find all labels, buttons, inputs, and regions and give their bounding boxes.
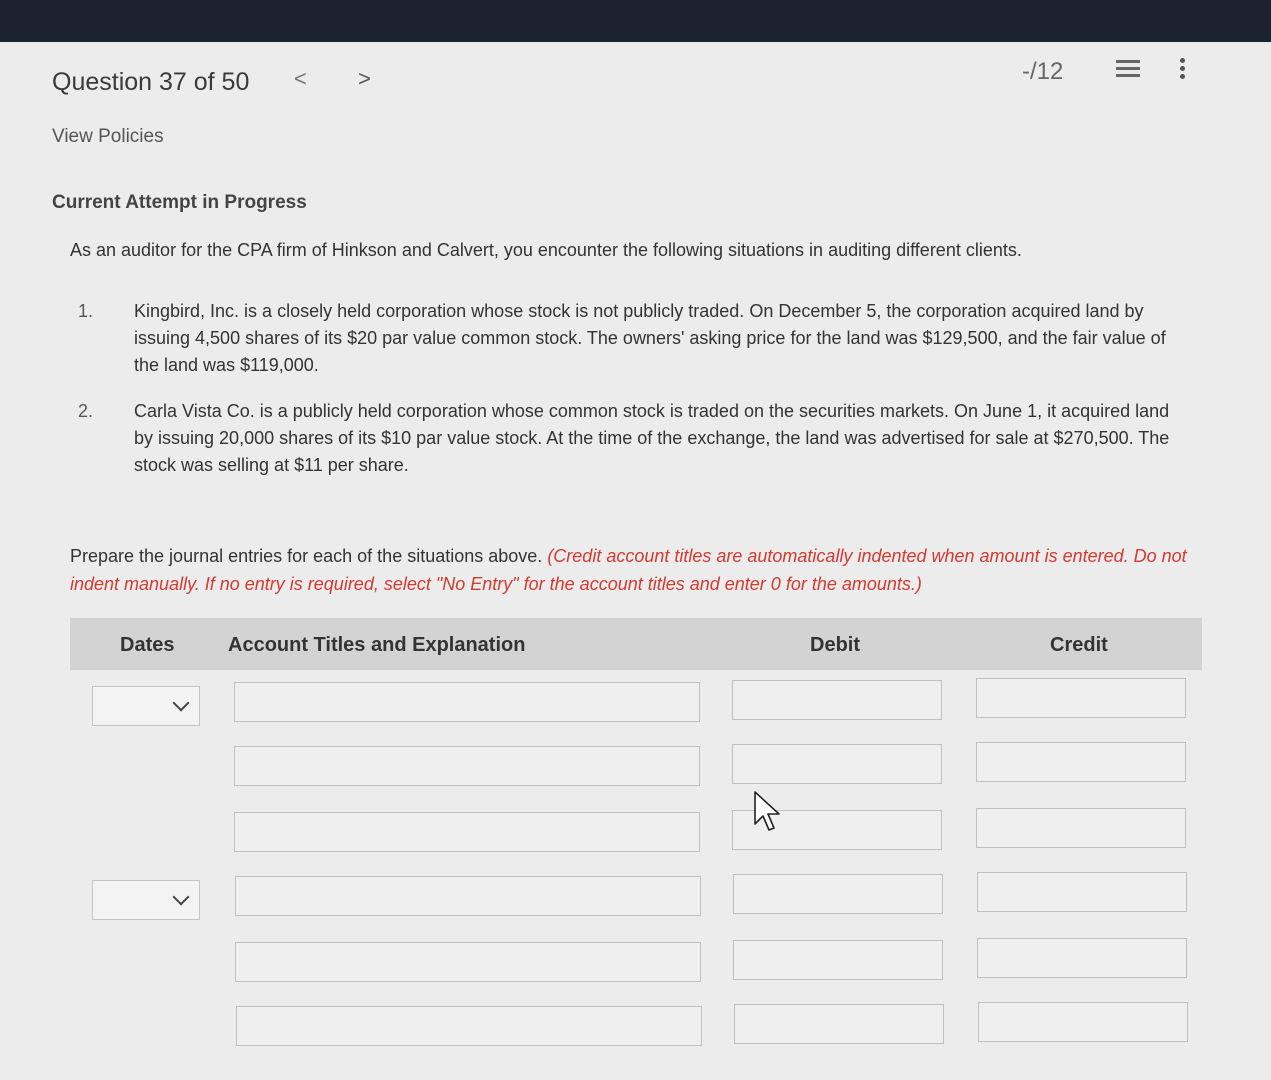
credit-input[interactable] <box>976 678 1186 718</box>
next-question-button[interactable]: > <box>358 66 371 92</box>
chevron-down-icon <box>172 694 190 712</box>
account-title-input[interactable] <box>234 746 700 786</box>
question-title: Question 37 of 50 <box>52 68 250 96</box>
situation-text: Kingbird, Inc. is a closely held corpora… <box>134 301 1166 375</box>
situation-text: Carla Vista Co. is a publicly held corpo… <box>134 401 1170 475</box>
dates-header: Dates <box>120 634 175 656</box>
previous-question-button[interactable]: < <box>294 66 307 92</box>
credit-header: Credit <box>1050 634 1108 656</box>
journal-table-header: Dates Account Titles and Explanation Deb… <box>70 618 1202 670</box>
situation-item: 2. Carla Vista Co. is a publicly held co… <box>78 398 1178 479</box>
account-header: Account Titles and Explanation <box>228 634 526 656</box>
chevron-down-icon <box>172 888 190 906</box>
date-select[interactable] <box>92 880 200 920</box>
credit-input[interactable] <box>977 938 1187 978</box>
list-icon[interactable] <box>1116 60 1140 82</box>
debit-input[interactable] <box>732 680 942 720</box>
top-bar <box>0 0 1271 42</box>
situation-number: 1. <box>78 301 94 321</box>
situation-number: 2. <box>78 401 94 421</box>
credit-input[interactable] <box>976 742 1186 782</box>
credit-input[interactable] <box>977 872 1187 912</box>
account-title-input[interactable] <box>235 942 701 982</box>
mouse-pointer-icon <box>754 791 780 831</box>
debit-input[interactable] <box>734 1004 944 1044</box>
debit-header: Debit <box>810 634 860 656</box>
debit-input[interactable] <box>732 744 942 784</box>
more-vertical-icon[interactable] <box>1180 58 1188 82</box>
credit-input[interactable] <box>978 1002 1188 1042</box>
debit-input[interactable] <box>733 874 943 914</box>
attempt-status: Current Attempt in Progress <box>52 192 307 213</box>
account-title-input[interactable] <box>236 1006 702 1046</box>
question-intro: As an auditor for the CPA firm of Hinkso… <box>70 240 1022 260</box>
instructions: Prepare the journal entries for each of … <box>70 542 1190 598</box>
view-policies-link[interactable]: View Policies <box>52 126 164 148</box>
account-title-input[interactable] <box>235 876 701 916</box>
credit-input[interactable] <box>976 808 1186 848</box>
account-title-input[interactable] <box>234 812 700 852</box>
date-select[interactable] <box>92 686 200 726</box>
situation-item: 1. Kingbird, Inc. is a closely held corp… <box>78 298 1178 379</box>
score-display: -/12 <box>1022 58 1064 85</box>
instructions-text: Prepare the journal entries for each of … <box>70 546 543 566</box>
account-title-input[interactable] <box>234 682 700 722</box>
debit-input[interactable] <box>733 940 943 980</box>
